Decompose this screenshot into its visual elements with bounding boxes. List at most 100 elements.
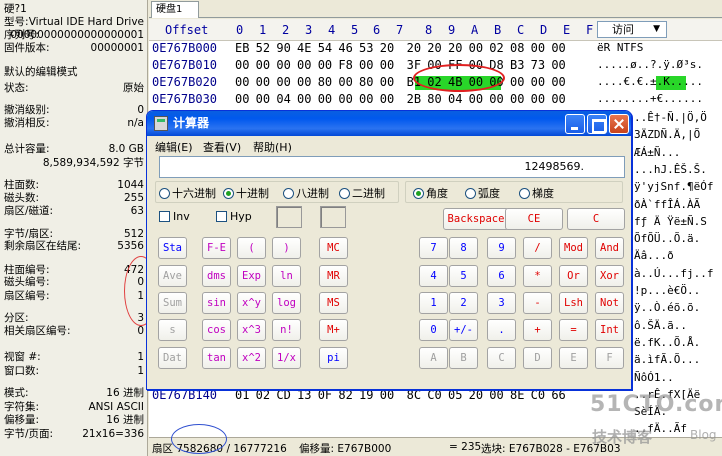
calc-button[interactable]: 8 bbox=[449, 237, 478, 259]
calc-button[interactable]: ) bbox=[272, 237, 301, 259]
angle-radio[interactable]: 梯度 bbox=[519, 185, 554, 201]
hex-row-bytes[interactable]: 00 00 04 00 00 00 00 00 2B 80 04 00 00 0… bbox=[235, 92, 566, 106]
hex-row-ascii[interactable]: ...hJ.ÊŠ.Š. bbox=[634, 163, 707, 176]
hex-row-ascii[interactable]: !p...è€Ö.. bbox=[634, 284, 700, 297]
calc-button[interactable]: ln bbox=[272, 265, 301, 287]
hex-row-ascii[interactable]: ô.ŠÄ.ã.. bbox=[634, 319, 687, 332]
calc-button[interactable]: tan bbox=[202, 347, 231, 369]
hex-row-ascii[interactable]: fƒ Ä Ÿë±Ñ.S bbox=[634, 215, 707, 228]
calc-button[interactable]: C bbox=[487, 347, 516, 369]
calc-button-ce[interactable]: CE bbox=[505, 208, 563, 230]
visit-dropdown[interactable]: 访问 ▼ bbox=[597, 21, 667, 38]
calc-button[interactable]: x^y bbox=[237, 292, 266, 314]
calc-button[interactable]: 6 bbox=[487, 265, 516, 287]
calc-button[interactable]: Xor bbox=[595, 265, 624, 287]
calc-button[interactable]: Not bbox=[595, 292, 624, 314]
calc-button[interactable]: Sta bbox=[158, 237, 187, 259]
calc-button[interactable]: x^2 bbox=[237, 347, 266, 369]
calc-button[interactable]: E bbox=[559, 347, 588, 369]
hex-row-ascii[interactable]: ÆÁ±Ñ... bbox=[634, 146, 680, 159]
menu-help[interactable]: 帮助(H) bbox=[253, 139, 292, 155]
calc-button[interactable]: Dat bbox=[158, 347, 187, 369]
base-radio[interactable]: 二进制 bbox=[339, 185, 385, 201]
calc-button[interactable]: 1 bbox=[419, 292, 448, 314]
calc-button[interactable]: n! bbox=[272, 319, 301, 341]
calc-button[interactable]: Ave bbox=[158, 265, 187, 287]
menu-edit[interactable]: 编辑(E) bbox=[155, 139, 193, 155]
hex-row-ascii[interactable]: ë.fK..Õ.Å. bbox=[634, 336, 700, 349]
calc-button[interactable]: 4 bbox=[419, 265, 448, 287]
calc-button[interactable]: And bbox=[595, 237, 624, 259]
calc-button[interactable]: 2 bbox=[449, 292, 478, 314]
calc-button[interactable]: cos bbox=[202, 319, 231, 341]
calc-button[interactable]: . bbox=[487, 319, 516, 341]
calc-button[interactable]: x^3 bbox=[237, 319, 266, 341]
calc-button[interactable]: +/- bbox=[449, 319, 478, 341]
calculator-titlebar[interactable]: 计算器 bbox=[147, 111, 631, 136]
hex-row-ascii[interactable]: ÿ'yjSnf.¶ëÓf bbox=[634, 180, 713, 193]
calc-button[interactable]: 0 bbox=[419, 319, 448, 341]
calc-button[interactable]: F-E bbox=[202, 237, 231, 259]
inv-checkbox[interactable]: Inv bbox=[159, 210, 190, 223]
calc-button[interactable]: 9 bbox=[487, 237, 516, 259]
calc-button[interactable]: s bbox=[158, 319, 187, 341]
hex-row-ascii[interactable]: ðÀ`ffÎÁ.ÀÃ bbox=[634, 198, 700, 211]
hex-row-ascii[interactable]: ..Ê†-Ñ.|Ö,Ö bbox=[634, 111, 707, 124]
calc-button[interactable]: Int bbox=[595, 319, 624, 341]
calc-button[interactable]: MS bbox=[319, 292, 348, 314]
calc-button[interactable]: Sum bbox=[158, 292, 187, 314]
calc-button[interactable]: ( bbox=[237, 237, 266, 259]
calc-button[interactable]: 3 bbox=[487, 292, 516, 314]
calc-button[interactable]: MR bbox=[319, 265, 348, 287]
hex-row-ascii[interactable]: ÕfÕÜ..Õ.ä. bbox=[634, 232, 700, 245]
calc-button[interactable]: 5 bbox=[449, 265, 478, 287]
calc-button[interactable]: M+ bbox=[319, 319, 348, 341]
hex-row-ascii[interactable]: ëR NTFS bbox=[597, 41, 643, 54]
hex-row-ascii[interactable]: ........+€...... bbox=[597, 92, 703, 105]
calculator-window[interactable]: 计算器 编辑(E) 查看(V) 帮助(H) 12498569. 十六进制 十进制 八… bbox=[146, 110, 632, 390]
calc-button[interactable]: MC bbox=[319, 237, 348, 259]
calc-button[interactable]: log bbox=[272, 292, 301, 314]
calc-button[interactable]: + bbox=[523, 319, 552, 341]
calc-button[interactable]: pi bbox=[319, 347, 348, 369]
calc-button[interactable]: 7 bbox=[419, 237, 448, 259]
calc-button[interactable]: sin bbox=[202, 292, 231, 314]
hex-row-bytes[interactable]: 01 02 CD 13 0F 82 19 00 8C C0 05 20 00 8… bbox=[235, 388, 566, 402]
calc-button[interactable]: - bbox=[523, 292, 552, 314]
calc-button[interactable]: B bbox=[449, 347, 478, 369]
angle-radio[interactable]: 角度 bbox=[413, 185, 448, 201]
angle-radio[interactable]: 弧度 bbox=[465, 185, 500, 201]
hex-row-ascii[interactable]: 3ÄZDÑ.Ä,|Õ bbox=[634, 128, 700, 141]
base-radio[interactable]: 八进制 bbox=[283, 185, 329, 201]
calc-button[interactable]: F bbox=[595, 347, 624, 369]
calc-button[interactable]: 1/x bbox=[272, 347, 301, 369]
hex-row-ascii[interactable]: ÑôÓ1.. bbox=[634, 371, 674, 384]
close-button[interactable] bbox=[609, 114, 629, 134]
hex-row-bytes[interactable]: 00 00 00 00 00 F8 00 00 3F 00 FF 00 D8 B… bbox=[235, 58, 566, 72]
calc-button[interactable]: / bbox=[523, 237, 552, 259]
calc-button-backspace[interactable]: Backspace bbox=[443, 208, 509, 230]
tab-disk1[interactable]: 硬盘1 bbox=[151, 1, 199, 18]
hex-row-bytes[interactable]: EB 52 90 4E 54 46 53 20 20 20 20 00 02 0… bbox=[235, 41, 566, 55]
minimize-button[interactable] bbox=[565, 114, 585, 134]
calc-button[interactable]: A bbox=[419, 347, 448, 369]
calc-button[interactable]: D bbox=[523, 347, 552, 369]
hex-row-ascii[interactable]: à..Ú...fj..f bbox=[634, 267, 713, 280]
base-radio[interactable]: 十进制 bbox=[223, 185, 269, 201]
hyp-checkbox[interactable]: Hyp bbox=[216, 210, 252, 223]
hex-row-ascii[interactable]: ä.ìfÃ.Õ... bbox=[634, 353, 700, 366]
hex-row-ascii[interactable]: ÿ..Ò.éõ.õ. bbox=[634, 301, 700, 314]
maximize-button[interactable] bbox=[587, 114, 607, 134]
calc-button[interactable]: = bbox=[559, 319, 588, 341]
calc-button[interactable]: Mod bbox=[559, 237, 588, 259]
menu-view[interactable]: 查看(V) bbox=[203, 139, 241, 155]
hex-row-ascii[interactable]: ....€.€.±.K..... bbox=[597, 75, 703, 88]
calc-button[interactable]: Or bbox=[559, 265, 588, 287]
hex-row-ascii[interactable]: .....ø..?.ÿ.Ø³s. bbox=[597, 58, 703, 71]
calc-button[interactable]: Exp bbox=[237, 265, 266, 287]
base-radio[interactable]: 十六进制 bbox=[159, 185, 216, 201]
calc-button-c[interactable]: C bbox=[567, 208, 625, 230]
hex-row-ascii[interactable]: Äâ...ð bbox=[634, 249, 674, 262]
hex-row-bytes[interactable]: 00 00 00 00 80 00 80 00 B1 02 4B 00 00 0… bbox=[235, 75, 566, 89]
calc-button[interactable]: dms bbox=[202, 265, 231, 287]
